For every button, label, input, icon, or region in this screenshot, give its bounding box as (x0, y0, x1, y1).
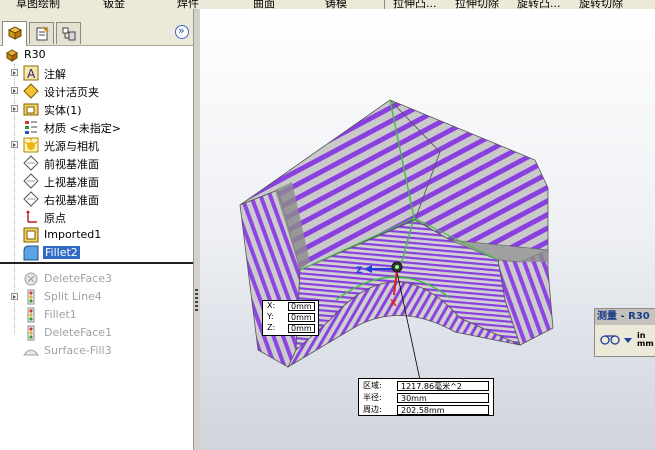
tree-item-split-line4[interactable]: Split Line4 (0, 288, 193, 306)
tree-item-label: Fillet2 (43, 246, 80, 259)
perimeter-row: 周边: 202.58mm (359, 404, 493, 415)
expand-toggle[interactable] (11, 141, 18, 148)
tree-item-annotations[interactable]: A 注解 (0, 64, 193, 82)
tree-item-label: 上视基准面 (44, 176, 99, 189)
rollback-bar[interactable] (0, 262, 193, 264)
tree-root[interactable]: R30 (0, 46, 193, 64)
expand-toggle[interactable] (11, 69, 18, 76)
plane-icon (23, 191, 39, 207)
coordinate-readout: X: 0mm Y: 0mm Z: 0mm (262, 300, 319, 336)
area-value: 1217.86毫米^2 (397, 381, 489, 391)
part-icon (6, 49, 18, 62)
coord-z-key: Z: (267, 323, 276, 332)
plane-icon (23, 155, 39, 171)
expand-toggle[interactable] (11, 87, 18, 94)
tree-item-material[interactable]: 材质 <未指定> (0, 118, 193, 136)
tree-item-top-plane[interactable]: 上视基准面 (0, 172, 193, 190)
tree-item-label: 注解 (44, 68, 66, 81)
toolbar-separator (384, 0, 385, 9)
lights-cameras-icon (23, 137, 39, 153)
property-manager-icon (36, 26, 49, 41)
origin-icon (26, 210, 37, 223)
expand-toggle[interactable] (11, 105, 18, 112)
tree-item-label: 实体(1) (44, 104, 82, 117)
measure-arc-icon[interactable] (600, 334, 622, 346)
fillet-icon (27, 307, 35, 323)
tree-item-fillet2[interactable]: Fillet2 (0, 244, 193, 262)
delete-face-icon (27, 325, 35, 341)
plane-icon (23, 173, 39, 189)
fillet-icon (23, 245, 39, 261)
perimeter-value: 202.58mm (397, 405, 489, 415)
annotations-icon: A (23, 65, 39, 81)
tree-item-origin[interactable]: 原点 (0, 208, 193, 226)
units-button[interactable]: in mm (637, 332, 654, 348)
tree-item-deleteface1[interactable]: DeleteFace1 (0, 324, 193, 342)
surface-fill-icon (23, 349, 39, 356)
tree-item-fillet1[interactable]: Fillet1 (0, 306, 193, 324)
tab-feature-manager[interactable] (2, 21, 27, 46)
tree-item-lights-cameras[interactable]: 光源与相机 (0, 136, 193, 154)
tree-item-surface-fill3[interactable]: Surface-Fill3 (0, 342, 193, 360)
tree-item-deleteface3[interactable]: DeleteFace3 (0, 270, 193, 288)
feature-manager-panel: R30 A 注解 设计活页夹 实体(1) (0, 9, 194, 450)
radius-value: 30mm (397, 393, 489, 403)
x-axis-label: X (390, 299, 397, 309)
tree-item-label: 光源与相机 (44, 140, 99, 153)
tree-item-label: Imported1 (44, 228, 102, 241)
tree-item-label: Split Line4 (44, 290, 102, 303)
tab-configuration-manager[interactable] (56, 22, 81, 44)
tree-item-label: DeleteFace3 (44, 272, 113, 285)
material-icon (25, 121, 37, 134)
measure-panel-title[interactable]: 测量 - R30 (595, 309, 655, 325)
dropdown-arrow-icon[interactable] (624, 338, 632, 344)
z-axis-label: Z (356, 266, 363, 276)
delete-face-icon (24, 272, 38, 286)
tree-item-label: DeleteFace1 (44, 326, 113, 339)
measure-tool-panel: 测量 - R30 in mm (594, 308, 655, 357)
tab-property-manager[interactable] (29, 22, 54, 44)
coord-y-value: 0mm (288, 313, 315, 322)
tree-item-label: Fillet1 (44, 308, 77, 321)
coord-z-value: 0mm (288, 324, 315, 333)
unit-mm-label: mm (637, 339, 654, 348)
tree-item-label: 设计活页夹 (44, 86, 99, 99)
configuration-manager-icon (62, 27, 76, 41)
split-line-icon (27, 289, 35, 305)
tree-item-label: 材质 <未指定> (44, 122, 121, 135)
tree-item-label: 右视基准面 (44, 194, 99, 207)
svg-text:A: A (27, 67, 36, 81)
design-binder-icon (23, 83, 39, 99)
origin-marker-center (395, 265, 399, 269)
area-key: 区域: (363, 381, 382, 390)
tree-item-front-plane[interactable]: 前视基准面 (0, 154, 193, 172)
tree-item-imported1[interactable]: Imported1 (0, 226, 193, 244)
expand-toggle[interactable] (11, 293, 18, 300)
imported-icon (23, 227, 39, 243)
tree-item-label: 原点 (44, 212, 66, 225)
tree-root-label: R30 (24, 48, 46, 61)
coord-z-row: Z: 0mm (263, 323, 318, 334)
tree-item-solid-bodies[interactable]: 实体(1) (0, 100, 193, 118)
measurement-callout: 区域: 1217.86毫米^2 半径: 30mm 周边: 202.58mm (358, 378, 494, 416)
tree-item-design-binder[interactable]: 设计活页夹 (0, 82, 193, 100)
coord-y-row: Y: 0mm (263, 312, 318, 323)
collapse-panel-button[interactable] (175, 24, 189, 39)
solid-bodies-icon (23, 103, 39, 116)
coord-x-value: 0mm (288, 302, 315, 311)
tree-item-right-plane[interactable]: 右视基准面 (0, 190, 193, 208)
radius-row: 半径: 30mm (359, 392, 493, 403)
coord-x-row: X: 0mm (263, 301, 318, 312)
tree-item-label: Surface-Fill3 (44, 344, 112, 357)
coord-y-key: Y: (267, 312, 274, 321)
area-row: 区域: 1217.86毫米^2 (359, 380, 493, 391)
panel-tab-strip (0, 9, 193, 46)
feature-manager-icon (7, 26, 23, 40)
radius-key: 半径: (363, 393, 382, 402)
perimeter-key: 周边: (363, 405, 382, 414)
tree-item-label: 前视基准面 (44, 158, 99, 171)
coord-x-key: X: (267, 301, 276, 310)
